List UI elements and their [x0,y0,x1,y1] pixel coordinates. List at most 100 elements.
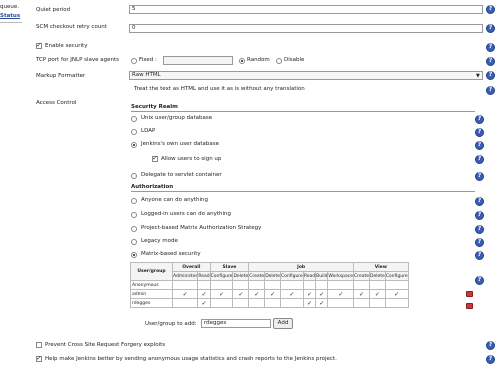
quiet-period-input[interactable]: 5 [129,5,483,14]
status-link[interactable]: Status [0,13,20,19]
permission-checkbox[interactable]: ✓ [302,289,317,299]
permission-checkbox[interactable]: ✓ [197,289,211,299]
realm-jenkins-radio[interactable] [131,142,137,148]
permission-checkbox[interactable]: ✓ [248,289,266,299]
check-icon: ✓ [152,154,158,162]
permission-checkbox[interactable]: ✓ [315,298,329,308]
help-icon[interactable] [486,43,495,52]
perm-header: Create [353,271,370,281]
permission-checkbox[interactable]: ✓ [384,289,409,299]
permission-checkbox[interactable] [384,280,409,290]
enable-security-label: Enable security [45,43,88,49]
realm-ldap-radio[interactable] [131,129,137,135]
help-icon[interactable] [475,225,484,234]
tcp-fixed-label: Fixed : [139,57,157,63]
help-icon[interactable] [475,155,484,164]
permission-checkbox[interactable] [327,298,355,308]
tcp-disable-radio[interactable] [276,58,282,64]
permission-checkbox[interactable] [302,280,317,290]
realm-ldap-label: LDAP [141,128,156,134]
perm-header: Read [197,271,211,281]
help-icon[interactable] [486,341,495,350]
table-row: admin ✓ ✓ ✓ ✓ ✓ ✓ ✓ ✓ ✓ ✓ ✓ ✓ ✓ [130,289,409,299]
permission-checkbox[interactable] [353,298,370,308]
help-icon[interactable] [475,128,484,137]
permission-checkbox[interactable]: ✓ [280,289,304,299]
help-icon[interactable] [475,238,484,247]
permission-checkbox[interactable] [197,280,211,290]
realm-delegate-radio[interactable] [131,173,137,179]
help-icon[interactable] [475,251,484,260]
help-icon[interactable] [475,172,484,181]
permission-checkbox[interactable] [248,298,266,308]
help-icon[interactable] [475,211,484,220]
chevron-down-icon: ▼ [476,73,480,79]
permission-checkbox[interactable] [232,280,250,290]
permission-checkbox[interactable]: ✓ [353,289,370,299]
permission-checkbox[interactable] [327,280,355,290]
authz-legacy-radio[interactable] [131,239,137,245]
help-icon[interactable] [475,141,484,150]
csrf-checkbox[interactable] [36,342,42,348]
help-icon[interactable] [486,86,495,95]
help-icon[interactable] [475,197,484,206]
tcp-port-input[interactable] [163,56,233,65]
permission-checkbox[interactable] [171,280,199,290]
permission-checkbox[interactable]: ✓ [368,289,386,299]
help-icon[interactable] [475,276,484,285]
permission-checkbox[interactable]: ✓ [264,289,281,299]
permission-checkbox[interactable]: ✓ [315,289,329,299]
help-icon[interactable] [486,24,495,33]
usage-stats-checkbox[interactable]: ✓ [36,355,42,362]
tcp-random-radio[interactable] [239,58,245,64]
permission-checkbox[interactable] [264,280,281,290]
scm-retry-input[interactable]: 0 [129,24,483,33]
permission-checkbox[interactable]: ✓ [232,289,250,299]
add-user-input[interactable]: rdegges [201,319,271,328]
permission-checkbox[interactable]: ✓ [209,289,234,299]
permission-checkbox[interactable] [264,298,281,308]
permission-checkbox[interactable]: ✓ [327,289,355,299]
permission-checkbox[interactable]: ✓ [197,298,211,308]
tcp-fixed-radio[interactable] [131,58,137,64]
user-cell: Anonymous [130,280,173,290]
permission-checkbox[interactable] [353,280,370,290]
permission-checkbox[interactable] [384,298,409,308]
permission-checkbox[interactable] [368,298,386,308]
perm-header: Build [315,271,329,281]
realm-unix-radio[interactable] [131,116,137,122]
allow-signup-checkbox[interactable]: ✓ [152,154,158,162]
permission-checkbox[interactable]: ✓ [171,289,199,299]
perm-header: Read [302,271,317,281]
permission-checkbox[interactable] [248,280,266,290]
access-control-label: Access Control [36,100,77,106]
help-icon[interactable] [486,5,495,14]
help-icon[interactable] [475,115,484,124]
permission-checkbox[interactable] [368,280,386,290]
help-icon[interactable] [486,355,495,364]
enable-security-checkbox[interactable]: ✓ [36,41,42,49]
remove-rdegges-icon[interactable] [466,303,473,309]
permission-checkbox[interactable] [232,298,250,308]
permission-checkbox[interactable] [209,298,234,308]
authz-anyone-radio[interactable] [131,198,137,204]
markup-formatter-select[interactable]: Raw HTML [129,71,483,80]
authz-matrix-radio[interactable] [131,252,137,258]
permission-checkbox[interactable] [280,298,304,308]
permission-checkbox[interactable] [171,298,199,308]
help-icon[interactable] [486,57,495,66]
authz-logged-in-radio[interactable] [131,212,137,218]
user-group-header: User/group [130,262,173,281]
perm-header: Configure [280,271,304,281]
check-icon: ✓ [36,41,42,49]
authorization-divider [131,191,475,192]
permission-checkbox[interactable] [209,280,234,290]
remove-admin-icon[interactable] [466,291,473,297]
help-icon[interactable] [486,71,495,80]
add-user-button[interactable]: Add [273,318,293,329]
perm-header: Delete [232,271,250,281]
permission-checkbox[interactable]: ✓ [302,298,317,308]
permission-checkbox[interactable] [315,280,329,290]
authz-project-matrix-radio[interactable] [131,226,137,232]
permission-checkbox[interactable] [280,280,304,290]
